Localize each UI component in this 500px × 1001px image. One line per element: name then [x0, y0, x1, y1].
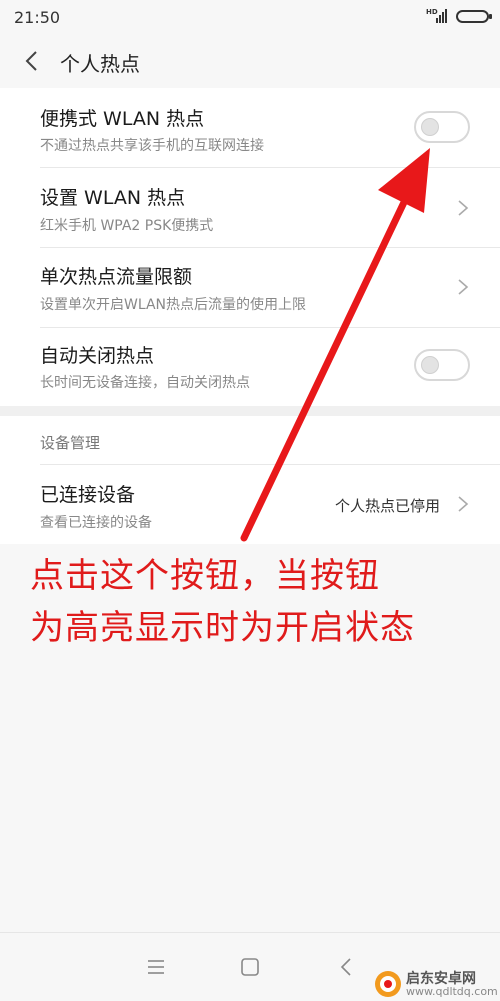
menu-icon[interactable]	[146, 959, 166, 975]
annotation-line-2: 为高亮显示时为开启状态	[30, 608, 415, 648]
annotation-arrow-icon	[240, 148, 430, 542]
watermark-url: www.qdltdq.com	[406, 985, 498, 998]
home-icon[interactable]	[240, 957, 260, 977]
watermark-logo-icon	[375, 971, 401, 997]
back-icon[interactable]	[338, 957, 354, 977]
watermark: 启东安卓网 www.qdltdq.com	[372, 968, 500, 1000]
annotation-line-1: 点击这个按钮，当按钮	[30, 556, 380, 596]
